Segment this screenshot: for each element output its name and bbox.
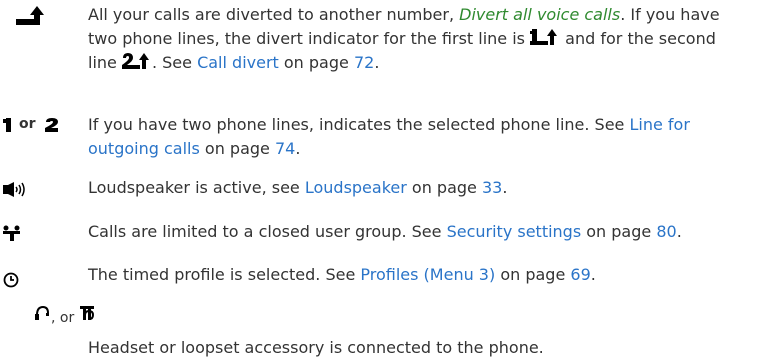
divert-menu-name[interactable]: Divert all voice calls	[459, 5, 620, 24]
divert-text-end: .	[374, 53, 380, 72]
loopset-icon	[80, 306, 95, 320]
closed-group-text-on-page: on page	[581, 222, 657, 241]
divert-text-on-page: on page	[278, 53, 354, 72]
loudspeaker-text-on-page: on page	[406, 178, 482, 197]
divert-all-calls-icon	[16, 6, 44, 25]
timed-profile-text-before: The timed profile is selected. See	[88, 265, 361, 284]
closed-user-group-icon	[3, 225, 20, 241]
line-text-on-page: on page	[199, 139, 275, 158]
timed-profile-text-end: .	[590, 265, 596, 284]
divert-line-1-icon	[530, 29, 558, 45]
headset-icons-row: , or	[34, 304, 154, 332]
divert-line-2-icon	[121, 53, 149, 69]
line-1-icon	[3, 118, 11, 132]
timed-profile-icon	[3, 272, 19, 288]
closed-group-text-end: .	[676, 222, 682, 241]
headset-or-label: , or	[51, 310, 75, 326]
loudspeaker-text-end: .	[502, 178, 508, 197]
line-text-before: If you have two phone lines, indicates t…	[88, 115, 630, 134]
loudspeaker-page-link[interactable]: 33	[482, 178, 502, 197]
line-text-end: .	[295, 139, 301, 158]
loudspeaker-text-before: Loudspeaker is active, see	[88, 178, 305, 197]
call-divert-link[interactable]: Call divert	[197, 53, 279, 72]
divert-page-link[interactable]: 72	[354, 53, 374, 72]
line-or-label: or	[19, 116, 36, 132]
closed-group-page-link[interactable]: 80	[656, 222, 676, 241]
headset-text: Headset or loopset accessory is connecte…	[88, 338, 544, 357]
divert-text-see: . See	[151, 53, 198, 72]
line-page-link[interactable]: 74	[275, 139, 295, 158]
profiles-link[interactable]: Profiles (Menu 3)	[360, 265, 495, 284]
timed-profile-page-link[interactable]: 69	[570, 265, 590, 284]
closed-group-text-before: Calls are limited to a closed user group…	[88, 222, 447, 241]
timed-profile-text-on-page: on page	[495, 265, 571, 284]
headset-icon	[35, 305, 49, 320]
page: { "entries": { "divert": { "icon": "dive…	[0, 0, 760, 363]
line-2-icon	[45, 118, 58, 132]
security-settings-link[interactable]: Security settings	[447, 222, 582, 241]
loudspeaker-icon	[3, 182, 25, 197]
loudspeaker-link[interactable]: Loudspeaker	[305, 178, 407, 197]
divert-text-before: All your calls are diverted to another n…	[88, 5, 460, 24]
